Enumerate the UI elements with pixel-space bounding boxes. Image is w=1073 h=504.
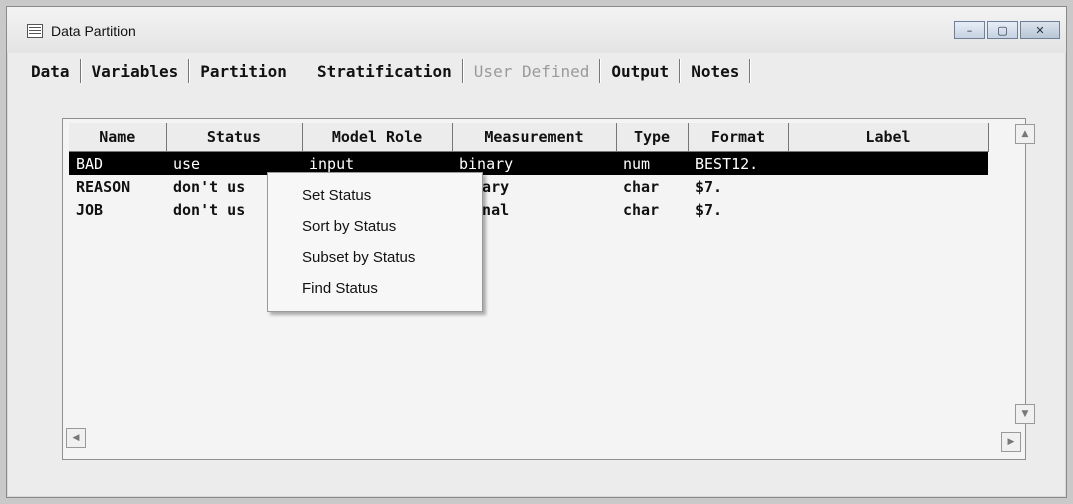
minimize-icon: – [966, 23, 973, 37]
cell-type[interactable]: char [616, 198, 688, 221]
window-title: Data Partition [51, 23, 136, 39]
cell-type[interactable]: char [616, 175, 688, 198]
menu-item-find-status[interactable]: Find Status [268, 273, 482, 304]
table-row[interactable]: JOB don't us minal char $7. [69, 198, 988, 221]
cell-type[interactable]: num [616, 151, 688, 175]
tab-user-defined: User Defined [473, 61, 590, 81]
tab-stratification[interactable]: Stratification [307, 62, 462, 81]
title-bar: Data Partition – ▢ ✕ [7, 7, 1066, 53]
cell-format[interactable]: $7. [688, 198, 788, 221]
cell-name[interactable]: JOB [69, 198, 166, 221]
scroll-right-icon: ▶ [1007, 437, 1015, 447]
minimize-button[interactable]: – [954, 21, 985, 39]
tab-bar: Data Variables Partition Stratification … [21, 59, 752, 83]
variables-grid: Name Status Model Role Measurement Type … [62, 118, 1026, 460]
column-header-label[interactable]: Label [788, 123, 989, 152]
tab-partition[interactable]: Partition [190, 62, 297, 81]
table-row[interactable]: REASON don't us inary char $7. [69, 175, 988, 198]
cell-name[interactable]: REASON [69, 175, 166, 198]
table-row[interactable]: BAD use input binary num BEST12. [69, 151, 988, 175]
status-context-menu: Set Status Sort by Status Subset by Stat… [267, 172, 483, 312]
scroll-left-button[interactable]: ◀ [66, 428, 86, 448]
close-button[interactable]: ✕ [1020, 21, 1060, 39]
scroll-right-button[interactable]: ▶ [1001, 432, 1021, 452]
scroll-down-button[interactable]: ▼ [1015, 404, 1035, 424]
close-icon: ✕ [1035, 23, 1045, 37]
scroll-up-icon: ▲ [1021, 129, 1029, 139]
tab-notes[interactable]: Notes [681, 62, 749, 81]
menu-item-subset-by-status[interactable]: Subset by Status [268, 242, 482, 273]
cell-name[interactable]: BAD [69, 151, 166, 175]
cell-label[interactable] [788, 198, 988, 221]
scroll-up-button[interactable]: ▲ [1015, 124, 1035, 144]
cell-label[interactable] [788, 151, 988, 175]
menu-item-sort-by-status[interactable]: Sort by Status [268, 211, 482, 242]
tab-data[interactable]: Data [21, 62, 80, 81]
maximize-button[interactable]: ▢ [987, 21, 1018, 39]
variables-table: Name Status Model Role Measurement Type … [69, 123, 989, 221]
tab-variables[interactable]: Variables [82, 62, 189, 81]
column-header-status[interactable]: Status [166, 123, 303, 152]
cell-label[interactable] [788, 175, 988, 198]
tab-separator [749, 59, 752, 83]
tab-output[interactable]: Output [601, 62, 679, 81]
column-header-type[interactable]: Type [616, 123, 689, 152]
cell-format[interactable]: $7. [688, 175, 788, 198]
table-header-row: Name Status Model Role Measurement Type … [69, 123, 989, 152]
column-header-name[interactable]: Name [69, 123, 167, 152]
spreadsheet-icon [27, 24, 43, 38]
window-controls: – ▢ ✕ [954, 21, 1060, 39]
menu-item-set-status[interactable]: Set Status [268, 180, 482, 211]
cell-format[interactable]: BEST12. [688, 151, 788, 175]
column-header-format[interactable]: Format [688, 123, 789, 152]
scroll-left-icon: ◀ [72, 433, 80, 443]
column-header-model-role[interactable]: Model Role [302, 123, 453, 152]
column-header-measurement[interactable]: Measurement [452, 123, 617, 152]
scroll-down-icon: ▼ [1021, 409, 1029, 419]
maximize-icon: ▢ [997, 23, 1008, 37]
